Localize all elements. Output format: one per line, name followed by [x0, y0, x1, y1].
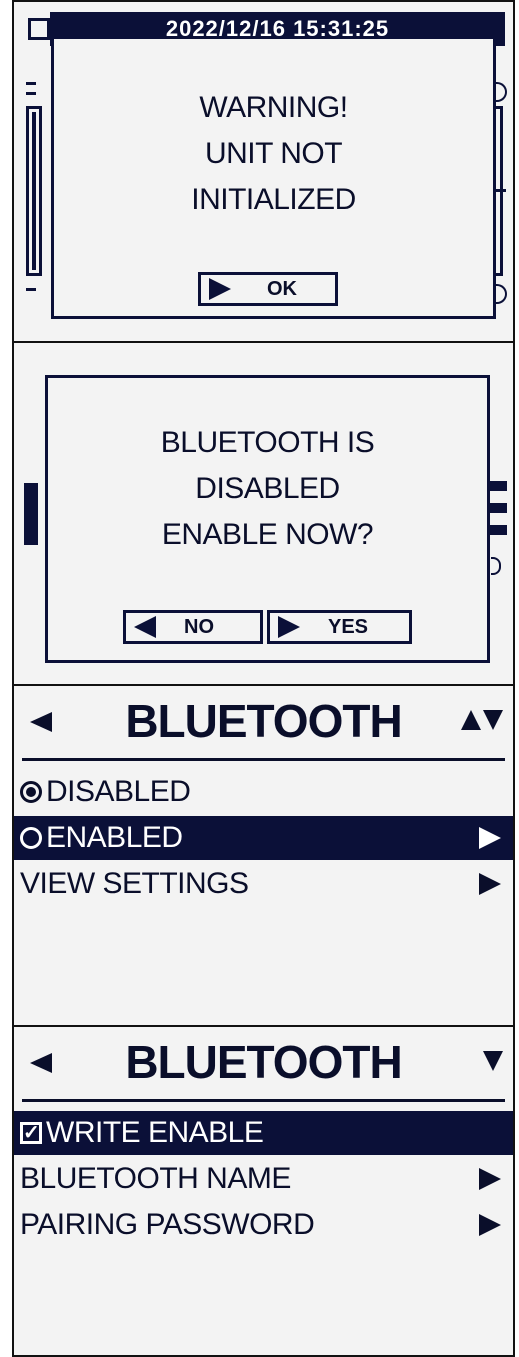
menu-item-write-enable[interactable]: ✓ WRITE ENABLE [14, 1111, 513, 1155]
arc-icon [495, 284, 507, 304]
radio-checked-icon [20, 781, 42, 803]
bluetooth-enable-dialog: BLUETOOTH IS DISABLED ENABLE NOW? NO YES [45, 375, 490, 663]
background-bar [24, 483, 38, 545]
play-arrow-icon [209, 278, 231, 300]
warning-screen: 2022/12/16 15:31:25 WARNING! UNIT NOT IN… [12, 0, 515, 343]
scroll-arrows [461, 710, 503, 730]
prompt-line: BLUETOOTH IS [160, 426, 375, 459]
down-arrow-icon[interactable] [483, 710, 503, 730]
menu-item-view-settings[interactable]: VIEW SETTINGS [14, 862, 513, 906]
divider [22, 1099, 505, 1102]
menu-item-enabled[interactable]: ENABLED [14, 816, 513, 860]
menu-title: BLUETOOTH [125, 695, 402, 747]
menu-header: BLUETOOTH [14, 1027, 513, 1097]
prompt-line: DISABLED [195, 472, 340, 505]
scale-tick [26, 82, 36, 85]
menu-title: BLUETOOTH [125, 1036, 402, 1088]
menu-item-label: BLUETOOTH NAME [20, 1162, 291, 1195]
warning-line: UNIT NOT [204, 137, 343, 170]
arc-icon [495, 82, 507, 102]
background-bar [487, 525, 507, 535]
scroll-arrows [483, 1051, 503, 1071]
menu-item-label: PAIRING PASSWORD [20, 1208, 315, 1241]
left-gauge [26, 106, 42, 276]
ok-button-label: OK [267, 278, 297, 300]
warning-dialog: WARNING! UNIT NOT INITIALIZED OK [51, 36, 496, 319]
prompt-line: ENABLE NOW? [161, 518, 374, 551]
bluetooth-menu-screen: BLUETOOTH DISABLED ENABLED VIEW SETTINGS [12, 684, 515, 1027]
warning-title: WARNING! [199, 91, 348, 124]
right-arrow-icon [278, 616, 300, 638]
yes-button[interactable]: YES [267, 610, 412, 644]
menu-header: BLUETOOTH [14, 686, 513, 756]
yes-button-label: YES [328, 616, 369, 638]
menu-item-label: WRITE ENABLE [46, 1116, 264, 1149]
right-arrow-icon [479, 827, 501, 849]
bluetooth-prompt-screen: BLUETOOTH IS DISABLED ENABLE NOW? NO YES [12, 341, 515, 686]
bluetooth-settings-screen: BLUETOOTH ✓ WRITE ENABLE BLUETOOTH NAME … [12, 1025, 515, 1357]
menu-item-pairing-password[interactable]: PAIRING PASSWORD [14, 1203, 513, 1247]
scale-tick [26, 92, 36, 95]
menu-item-disabled[interactable]: DISABLED [14, 770, 513, 814]
up-arrow-icon[interactable] [461, 710, 481, 730]
down-arrow-icon[interactable] [483, 1051, 503, 1071]
right-arrow-icon [479, 1214, 501, 1236]
radio-unchecked-icon [20, 827, 42, 849]
background-bar [487, 503, 507, 513]
no-button[interactable]: NO [123, 610, 263, 644]
background-bar [487, 481, 507, 491]
arc-icon [491, 557, 501, 575]
checkbox-checked-icon: ✓ [20, 1122, 42, 1144]
status-box-icon [28, 18, 50, 40]
menu-item-label: DISABLED [46, 775, 191, 808]
ok-button[interactable]: OK [198, 272, 338, 306]
right-arrow-icon [479, 1168, 501, 1190]
no-button-label: NO [184, 616, 214, 638]
scale-tick [26, 288, 36, 291]
menu-item-label: ENABLED [46, 821, 183, 854]
menu-item-bluetooth-name[interactable]: BLUETOOTH NAME [14, 1157, 513, 1201]
menu-item-label: VIEW SETTINGS [20, 867, 249, 900]
right-arrow-icon [479, 873, 501, 895]
left-arrow-icon [134, 616, 156, 638]
divider [22, 758, 505, 761]
warning-line: INITIALIZED [191, 183, 356, 216]
